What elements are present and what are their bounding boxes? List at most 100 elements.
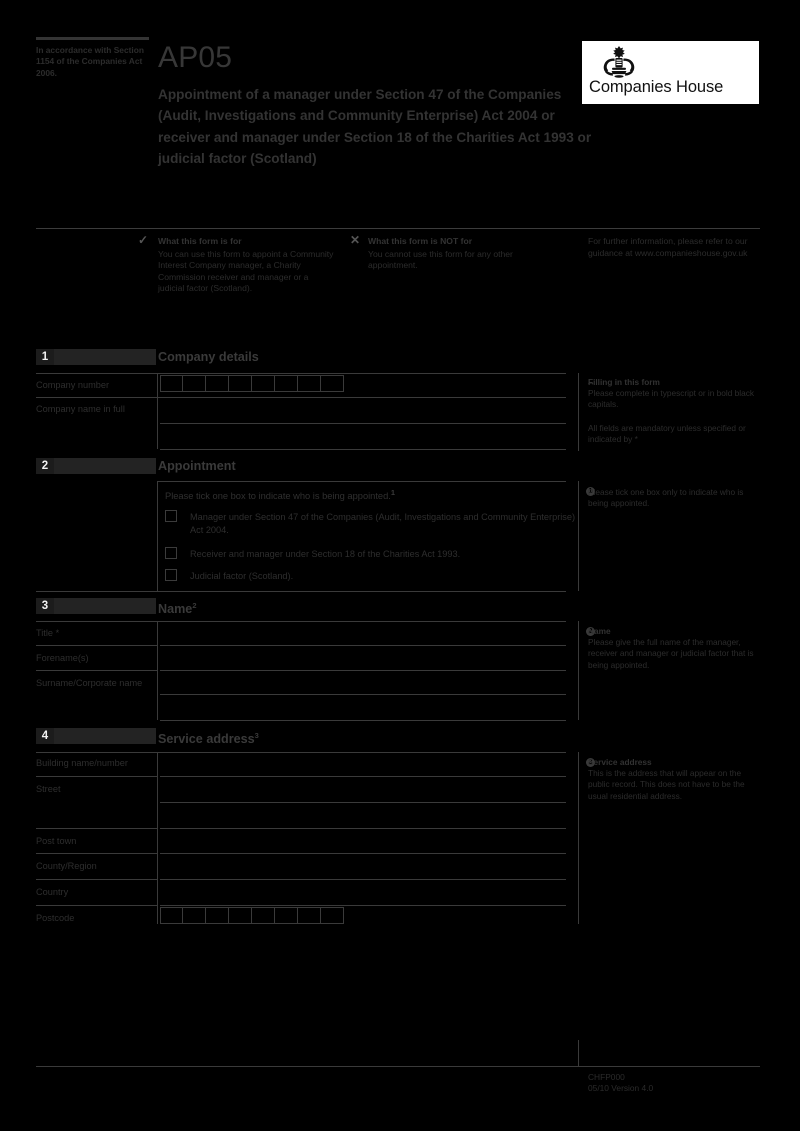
what-form-is-not-for-heading: What this form is NOT for — [368, 236, 473, 246]
note-filling-body-2-wrap: All fields are mandatory unless specifie… — [588, 423, 760, 445]
company-name-label: Company name in full — [36, 404, 125, 414]
footer-rule — [36, 1066, 760, 1067]
note-service-address: Service address This is the address that… — [588, 757, 760, 802]
note-name-body: Please give the full name of the manager… — [588, 637, 754, 670]
surname-input-line-1[interactable] — [160, 694, 566, 695]
what-form-is-for: What this form is for You can use this f… — [158, 236, 336, 295]
tick-icon: ✓ — [138, 233, 149, 247]
county-region-input[interactable] — [160, 879, 566, 880]
street-input-line-2[interactable] — [160, 828, 566, 829]
logo-wordmark: Companies House — [589, 78, 724, 96]
company-name-line-1[interactable] — [160, 423, 566, 424]
form-title: Appointment of a manager under Section 4… — [158, 87, 592, 166]
appointment-option-receiver: Receiver and manager under Section 18 of… — [190, 549, 461, 559]
postcode-char-1[interactable] — [160, 907, 183, 924]
appointment-checkbox-judicial[interactable] — [165, 569, 177, 581]
footer-block: CHFP000 05/10 Version 4.0 — [588, 1072, 653, 1094]
company-number-char-3[interactable] — [206, 375, 229, 392]
appointment-checkbox-manager[interactable] — [165, 510, 177, 522]
s4-row2-rule — [36, 828, 157, 829]
appointment-intro: Please tick one box to indicate who is b… — [165, 487, 395, 502]
further-information: For further information, please refer to… — [588, 236, 760, 259]
royal-coat-of-arms-icon — [603, 46, 635, 78]
what-form-is-not-for-body: You cannot use this form for any other a… — [368, 248, 513, 271]
post-town-input[interactable] — [160, 853, 566, 854]
company-number-char-7[interactable] — [298, 375, 321, 392]
footer-version: 05/10 Version 4.0 — [588, 1083, 654, 1093]
note-filling-body-2: All fields are mandatory unless specifie… — [588, 423, 746, 445]
company-number-char-4[interactable] — [229, 375, 252, 392]
note-service-address-heading: Service address — [588, 757, 652, 767]
note-2-divider — [578, 481, 579, 591]
company-number-input[interactable] — [160, 375, 344, 392]
s1-row2-top-rule — [36, 397, 566, 398]
note-appointment: Please tick one box only to indicate who… — [588, 487, 760, 509]
s3-row2-rule — [36, 670, 157, 671]
postcode-char-2[interactable] — [183, 907, 206, 924]
postcode-char-4[interactable] — [229, 907, 252, 924]
s3-row1-rule — [36, 645, 157, 646]
postcode-label: Postcode — [36, 913, 75, 923]
appointment-intro-ref: 1 — [390, 488, 396, 497]
info-strip-rule — [36, 228, 760, 229]
company-number-label: Company number — [36, 380, 110, 390]
appointment-checkbox-receiver[interactable] — [165, 547, 177, 559]
postcode-input[interactable] — [160, 907, 344, 924]
country-input[interactable] — [160, 905, 566, 906]
postcode-char-5[interactable] — [252, 907, 275, 924]
what-form-is-for-heading: What this form is for — [158, 236, 242, 246]
section-4-title-ref: 3 — [254, 731, 259, 740]
appointment-intro-text: Please tick one box to indicate who is b… — [165, 491, 391, 502]
note-4-divider — [578, 752, 579, 924]
appointment-option-manager: Manager under Section 47 of the Companie… — [190, 512, 576, 535]
section-3-number: 3 — [36, 598, 54, 614]
form-code: AP05 — [158, 41, 233, 74]
note-filling-body-1: Please complete in typescript or in bold… — [588, 388, 755, 410]
company-number-char-8[interactable] — [321, 375, 344, 392]
s4-top-rule — [36, 752, 566, 753]
footer-divider — [578, 1040, 579, 1067]
note-name: Name Please give the full name of the ma… — [588, 626, 760, 671]
section-4-bar — [36, 728, 156, 744]
section-3-title-text: Name — [158, 602, 193, 617]
company-number-char-6[interactable] — [275, 375, 298, 392]
note-3-divider — [578, 621, 579, 720]
s2-top-rule — [157, 481, 566, 482]
s4-row4-rule — [36, 879, 157, 880]
note-name-heading: Name — [588, 626, 611, 636]
section-1-number: 1 — [36, 349, 54, 365]
building-input[interactable] — [160, 776, 566, 777]
s4-row5-rule — [36, 905, 157, 906]
post-town-label: Post town — [36, 836, 77, 846]
section-3-title: Name2 — [158, 598, 196, 617]
header-top-rule — [36, 37, 149, 40]
what-form-is-not-for: What this form is NOT for You cannot use… — [368, 236, 558, 272]
further-information-body: For further information, please refer to… — [588, 236, 748, 258]
postcode-char-7[interactable] — [298, 907, 321, 924]
postcode-char-6[interactable] — [275, 907, 298, 924]
company-number-char-2[interactable] — [183, 375, 206, 392]
section-4-title: Service address3 — [158, 728, 259, 747]
note-service-address-body: This is the address that will appear on … — [588, 768, 745, 801]
company-number-char-5[interactable] — [252, 375, 275, 392]
title-label: Title * — [36, 628, 60, 638]
s4-row1-rule — [36, 776, 157, 777]
section-4-number: 4 — [36, 728, 54, 744]
appointment-option-judicial: Judicial factor (Scotland). — [190, 571, 294, 581]
what-form-is-for-body: You can use this form to appoint a Commu… — [158, 248, 334, 294]
s2-bottom-rule — [36, 591, 566, 592]
postcode-char-8[interactable] — [321, 907, 344, 924]
forenames-input[interactable] — [160, 670, 566, 671]
company-name-line-2[interactable] — [160, 449, 566, 450]
section-2-bar — [36, 458, 156, 474]
surname-input-line-2[interactable] — [160, 720, 566, 721]
s2-divider — [157, 481, 158, 591]
postcode-char-3[interactable] — [206, 907, 229, 924]
title-input[interactable] — [160, 645, 566, 646]
form-page: In accordance with Section 1154 of the C… — [0, 0, 800, 1131]
s3-top-rule — [36, 621, 566, 622]
street-input-line-1[interactable] — [160, 802, 566, 803]
section-1-bar — [36, 349, 156, 365]
company-number-char-1[interactable] — [160, 375, 183, 392]
footer-code: CHFP000 — [588, 1072, 625, 1082]
